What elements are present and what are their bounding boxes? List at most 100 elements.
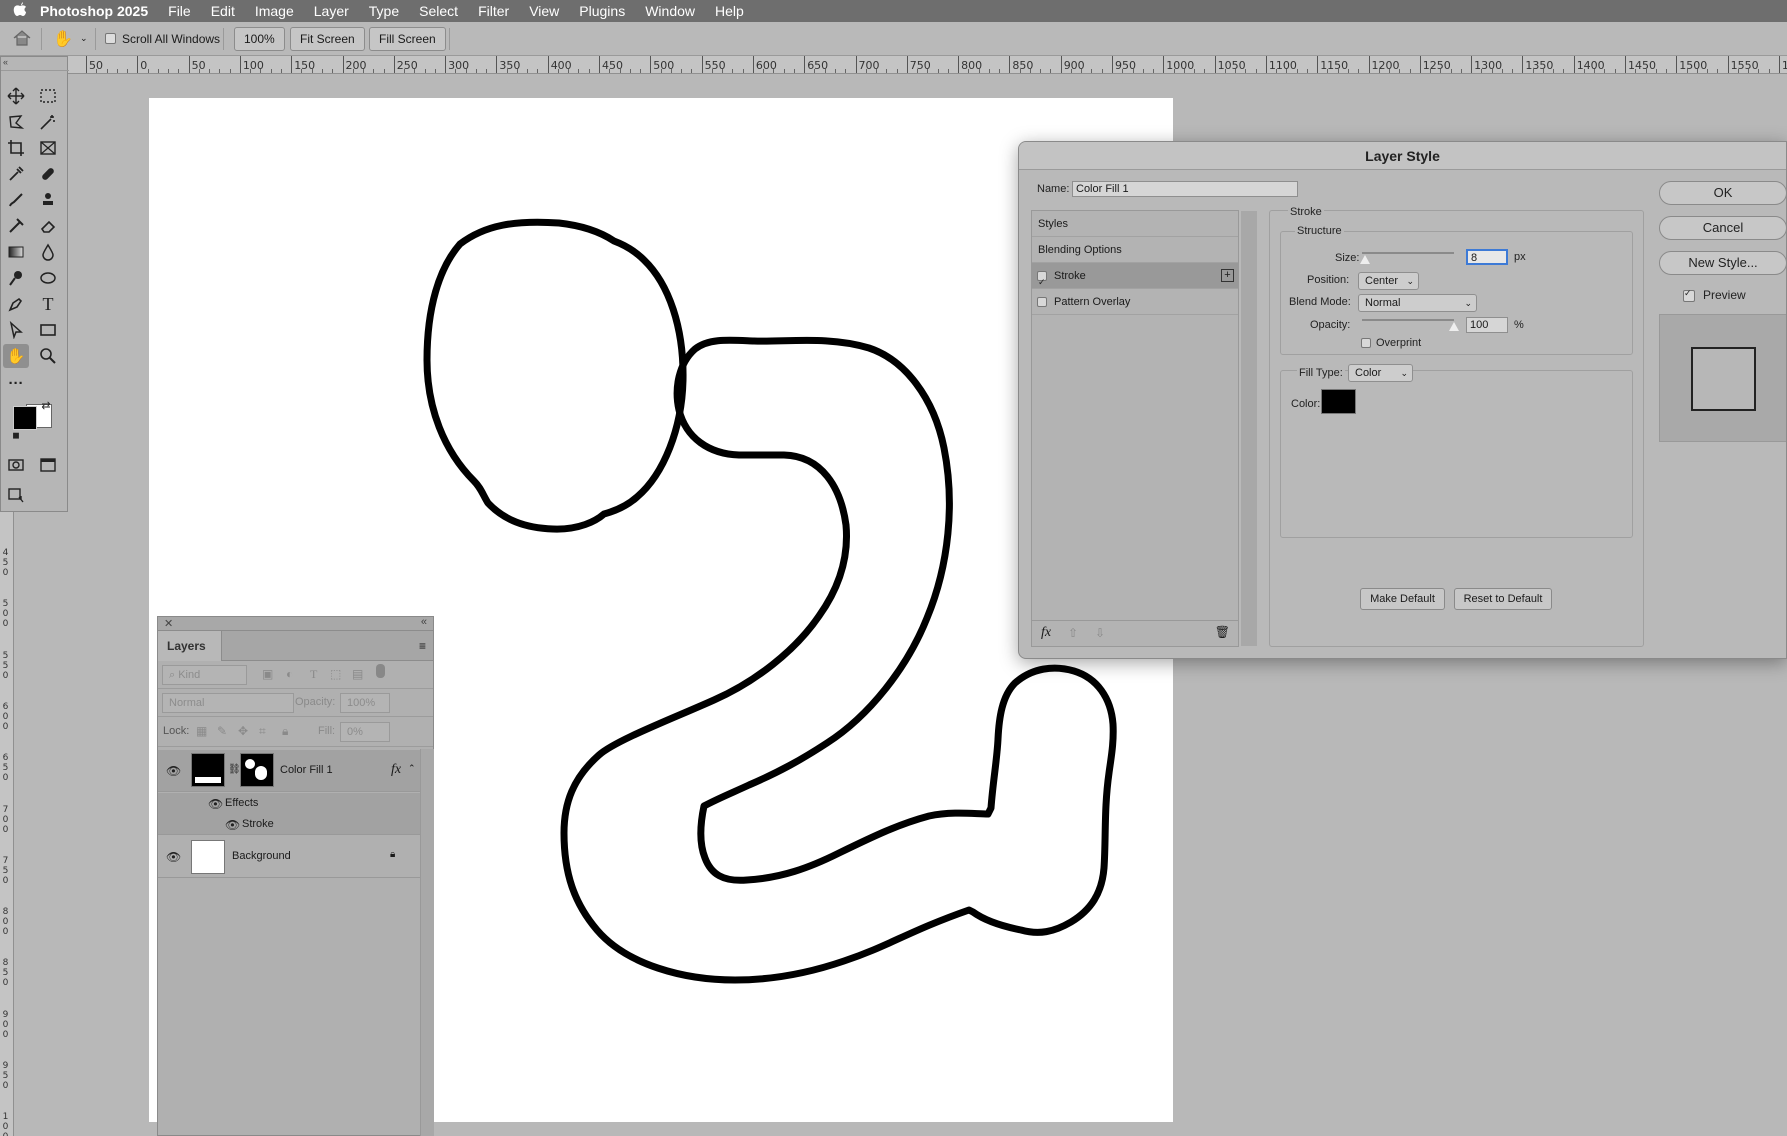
move-tool-icon[interactable] [3, 84, 29, 108]
app-menu[interactable]: Photoshop 2025 [40, 3, 148, 19]
tab-layers[interactable]: Layers [158, 631, 222, 661]
zoom-100-button[interactable]: 100% [234, 27, 285, 51]
tools-panel-header[interactable]: « [1, 57, 69, 71]
fx-menu-icon[interactable]: fx [1041, 625, 1051, 641]
fit-screen-button[interactable]: Fit Screen [290, 27, 365, 51]
menu-layer[interactable]: Layer [314, 3, 349, 19]
dialog-title[interactable]: Layer Style [1019, 142, 1786, 170]
default-colors-icon[interactable]: ◼ [9, 428, 23, 442]
collapse-panel-icon[interactable]: « [421, 616, 427, 628]
menu-view[interactable]: View [529, 3, 559, 19]
menu-help[interactable]: Help [715, 3, 744, 19]
opacity-field[interactable]: 100% [340, 693, 390, 713]
menu-type[interactable]: Type [369, 3, 399, 19]
close-panel-icon[interactable]: ✕ [164, 617, 173, 630]
stroke-checkbox[interactable] [1037, 269, 1047, 295]
panel-menu-icon[interactable]: ≡ [419, 639, 426, 653]
stroke-blend-mode-select[interactable]: Normal ⌄ [1358, 294, 1477, 312]
chevron-down-icon[interactable]: ⌄ [80, 33, 88, 44]
cancel-button[interactable]: Cancel [1659, 216, 1786, 240]
styles-item[interactable]: Styles [1032, 211, 1238, 237]
gradient-tool-icon[interactable] [3, 240, 29, 264]
apple-menu-icon[interactable] [0, 1, 40, 22]
lock-transparent-icon[interactable]: ▦ [196, 724, 207, 738]
menu-image[interactable]: Image [255, 3, 294, 19]
type-tool-icon[interactable]: T [35, 292, 61, 316]
path-selection-tool-icon[interactable] [3, 318, 29, 342]
healing-brush-tool-icon[interactable] [35, 162, 61, 186]
size-slider[interactable] [1362, 252, 1454, 254]
foreground-color-swatch[interactable] [13, 406, 37, 430]
marquee-tool-icon[interactable] [35, 84, 61, 108]
fill-type-select[interactable]: Color ⌄ [1348, 364, 1413, 382]
menu-window[interactable]: Window [645, 3, 695, 19]
brush-tool-icon[interactable] [3, 188, 29, 212]
add-effect-icon[interactable]: + [1221, 269, 1234, 282]
chevron-up-icon[interactable]: ⌃ [408, 763, 416, 774]
reset-to-default-button[interactable]: Reset to Default [1454, 588, 1552, 610]
overprint-checkbox[interactable] [1361, 338, 1371, 348]
clone-stamp-tool-icon[interactable] [35, 188, 61, 212]
position-select[interactable]: Center ⌄ [1358, 272, 1419, 290]
stroke-effect-row[interactable]: 👁︎ Stroke [158, 814, 420, 835]
size-slider-knob[interactable] [1359, 255, 1370, 264]
eraser-tool-icon[interactable] [35, 214, 61, 238]
effects-row[interactable]: 👁︎ Effects [158, 793, 420, 814]
style-name-input[interactable]: Color Fill 1 [1072, 181, 1298, 197]
menu-select[interactable]: Select [419, 3, 458, 19]
opacity-slider-knob[interactable] [1449, 322, 1459, 331]
layers-scrollbar[interactable] [420, 749, 434, 1136]
menu-edit[interactable]: Edit [211, 3, 235, 19]
filter-kind-select[interactable]: ⌕ Kind [162, 665, 247, 685]
background-thumbnail[interactable] [191, 840, 225, 874]
visibility-eye-icon[interactable]: 👁︎ [166, 765, 181, 777]
styles-scrollbar[interactable] [1241, 211, 1257, 646]
home-icon[interactable] [13, 30, 31, 49]
filter-adjustment-icon[interactable]: ◐ [286, 667, 293, 681]
move-up-icon[interactable]: ⇧ [1068, 626, 1078, 640]
pattern-overlay-checkbox[interactable] [1037, 297, 1047, 307]
layer-row-color-fill[interactable]: 👁︎ ⛓︎ Color Fill 1 fx ⌃ [158, 750, 420, 792]
magic-wand-tool-icon[interactable] [35, 110, 61, 134]
layer-name[interactable]: Background [232, 850, 291, 862]
blending-options-item[interactable]: Blending Options [1032, 237, 1238, 263]
screen-mode-icon[interactable] [35, 453, 61, 477]
layers-panel-header[interactable]: ✕ « [158, 616, 433, 631]
pen-tool-icon[interactable] [3, 292, 29, 316]
quick-mask-icon[interactable] [3, 453, 29, 477]
lock-icon[interactable]: 🔒︎ [390, 849, 395, 860]
lock-pixels-icon[interactable]: ✎ [217, 724, 227, 738]
edit-toolbar-icon[interactable]: ··· [3, 371, 29, 395]
make-default-button[interactable]: Make Default [1360, 588, 1445, 610]
opacity-slider[interactable] [1362, 319, 1454, 321]
lock-artboard-icon[interactable]: ⌗ [259, 724, 266, 739]
blend-mode-select[interactable]: Normal [162, 693, 294, 713]
frame-tool-icon[interactable] [35, 136, 61, 160]
stroke-style-item[interactable]: Stroke + [1032, 263, 1238, 295]
filter-smart-object-icon[interactable]: ▤ [352, 667, 363, 681]
preview-checkbox[interactable] [1683, 288, 1695, 302]
layer-name[interactable]: Color Fill 1 [280, 764, 333, 776]
link-icon[interactable]: ⛓︎ [228, 764, 241, 775]
menu-filter[interactable]: Filter [478, 3, 509, 19]
menu-file[interactable]: File [168, 3, 191, 19]
filter-shape-icon[interactable]: ⬚ [330, 667, 341, 681]
visibility-eye-icon[interactable]: 👁︎ [166, 851, 181, 863]
fill-field[interactable]: 0% [340, 722, 390, 742]
stroke-color-swatch[interactable] [1321, 389, 1356, 414]
filter-pixel-icon[interactable]: ▣ [262, 667, 273, 681]
zoom-tool-icon[interactable] [35, 344, 61, 368]
hand-tool-icon[interactable]: ✋ [3, 344, 29, 368]
eyedropper-tool-icon[interactable] [3, 162, 29, 186]
stroke-opacity-input[interactable]: 100 [1466, 317, 1508, 333]
color-fill-thumbnail[interactable] [191, 753, 225, 787]
crop-tool-icon[interactable] [3, 136, 29, 160]
lock-position-icon[interactable]: ✥ [238, 724, 248, 738]
layer-mask-thumbnail[interactable] [240, 753, 274, 787]
lock-all-icon[interactable]: 🔒︎ [282, 724, 288, 739]
swap-colors-icon[interactable]: ⇄ [38, 397, 54, 413]
delete-effect-icon[interactable]: 🗑︎ [1215, 625, 1230, 639]
filter-toggle-icon[interactable] [376, 664, 385, 678]
sponge-tool-icon[interactable] [35, 266, 61, 290]
history-brush-tool-icon[interactable] [3, 214, 29, 238]
